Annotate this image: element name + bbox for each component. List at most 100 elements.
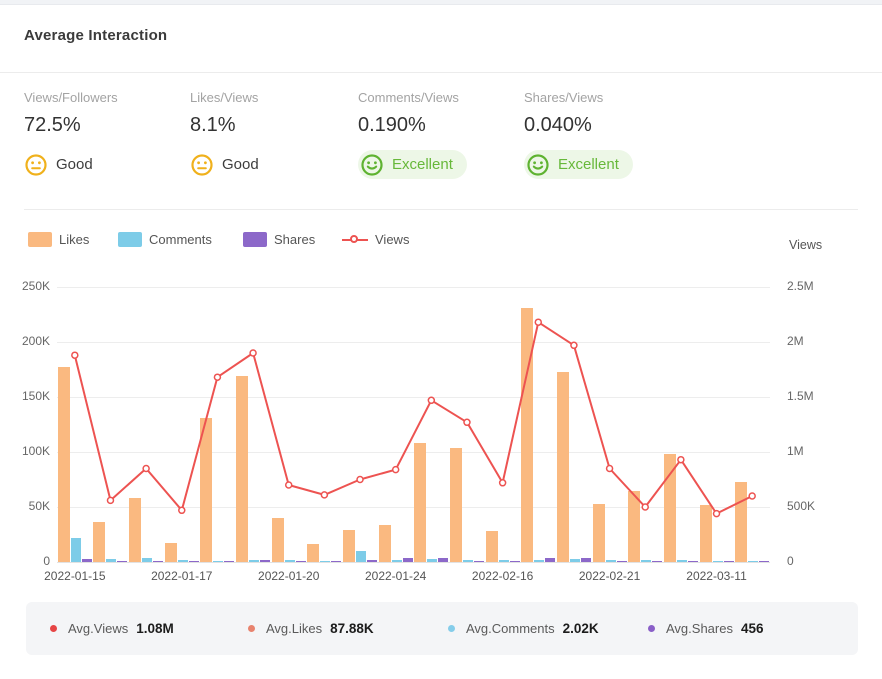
- right-axis-tick: 500K: [787, 499, 847, 513]
- views-data-point[interactable]: [357, 477, 363, 483]
- rating-text: Excellent: [558, 156, 619, 173]
- legend-label: Likes: [59, 232, 89, 247]
- views-data-point[interactable]: [107, 497, 113, 503]
- views-data-point[interactable]: [535, 319, 541, 325]
- avg-value: 87.88K: [330, 621, 374, 636]
- avg-views-item: Avg.Views 1.08M: [50, 602, 174, 655]
- rating-text: Good: [222, 156, 259, 173]
- views-data-point[interactable]: [286, 482, 292, 488]
- x-axis-tick: 2022-02-21: [579, 569, 640, 583]
- left-axis-tick: 200K: [0, 334, 50, 348]
- views-data-point[interactable]: [321, 492, 327, 498]
- left-axis-tick: 150K: [0, 389, 50, 403]
- legend-label: Comments: [149, 232, 212, 247]
- stat-label: Views/Followers: [24, 90, 184, 105]
- stat-value: 8.1%: [190, 114, 350, 137]
- right-axis-title: Views: [789, 238, 822, 252]
- avg-value: 1.08M: [136, 621, 174, 636]
- neutral-face-icon: [190, 153, 214, 177]
- likes-swatch-icon: [28, 232, 52, 247]
- comments-swatch-icon: [118, 232, 142, 247]
- left-axis-tick: 100K: [0, 444, 50, 458]
- rating-badge: Good: [190, 150, 259, 179]
- avg-comments-dot-icon: [448, 625, 455, 632]
- views-data-point[interactable]: [250, 350, 256, 356]
- views-data-point[interactable]: [464, 419, 470, 425]
- views-data-point[interactable]: [143, 466, 149, 472]
- legend-label: Shares: [274, 232, 315, 247]
- left-axis-tick: 250K: [0, 279, 50, 293]
- avg-label: Avg.Likes: [266, 621, 322, 636]
- stat-views-followers: Views/Followers 72.5% Good: [24, 90, 184, 182]
- views-data-point[interactable]: [179, 507, 185, 513]
- x-axis-tick: 2022-01-17: [151, 569, 212, 583]
- avg-value: 456: [741, 621, 764, 636]
- averages-summary-bar: Avg.Views 1.08M Avg.Likes 87.88K Avg.Com…: [26, 602, 858, 655]
- views-line-marker-icon: [342, 232, 368, 247]
- views-data-point[interactable]: [214, 374, 220, 380]
- rating-text: Excellent: [392, 156, 453, 173]
- right-axis-tick: 2M: [787, 334, 847, 348]
- views-data-point[interactable]: [714, 511, 720, 517]
- stat-value: 72.5%: [24, 114, 184, 137]
- views-data-point[interactable]: [642, 504, 648, 510]
- avg-shares-item: Avg.Shares 456: [648, 602, 764, 655]
- average-interaction-panel: Average Interaction Views/Followers 72.5…: [0, 0, 882, 679]
- avg-likes-dot-icon: [248, 625, 255, 632]
- right-axis-tick: 0: [787, 554, 847, 568]
- right-axis-tick: 2.5M: [787, 279, 847, 293]
- left-axis-tick: 0: [0, 554, 50, 568]
- avg-value: 2.02K: [563, 621, 599, 636]
- avg-label: Avg.Views: [68, 621, 128, 636]
- avg-shares-dot-icon: [648, 625, 655, 632]
- x-axis-tick: 2022-01-15: [44, 569, 105, 583]
- x-axis-tick: 2022-01-24: [365, 569, 426, 583]
- views-data-point[interactable]: [749, 493, 755, 499]
- views-data-point[interactable]: [393, 467, 399, 473]
- legend-label: Views: [375, 232, 409, 247]
- gridline: [57, 562, 770, 563]
- neutral-face-icon: [24, 153, 48, 177]
- shares-swatch-icon: [243, 232, 267, 247]
- panel-title: Average Interaction: [24, 27, 167, 44]
- avg-comments-item: Avg.Comments 2.02K: [448, 602, 599, 655]
- page-top-strip: [0, 0, 882, 5]
- stat-label: Comments/Views: [358, 90, 518, 105]
- x-axis-tick: 2022-03-11: [686, 569, 747, 583]
- legend-item-likes[interactable]: Likes: [28, 232, 89, 247]
- views-line-series: [57, 287, 770, 562]
- avg-label: Avg.Shares: [666, 621, 733, 636]
- avg-likes-item: Avg.Likes 87.88K: [248, 602, 374, 655]
- rating-badge: Good: [24, 150, 93, 179]
- views-data-point[interactable]: [571, 342, 577, 348]
- views-data-point[interactable]: [500, 480, 506, 486]
- stats-divider: [24, 209, 858, 210]
- smile-face-icon: [526, 153, 550, 177]
- legend-item-comments[interactable]: Comments: [118, 232, 212, 247]
- x-axis-tick: 2022-02-16: [472, 569, 533, 583]
- stat-value: 0.040%: [524, 114, 684, 137]
- right-axis-tick: 1M: [787, 444, 847, 458]
- right-axis-tick: 1.5M: [787, 389, 847, 403]
- stat-comments-views: Comments/Views 0.190% Excellent: [358, 90, 518, 182]
- chart-plot: 250K2.5M200K2M150K1.5M100K1M50K500K00202…: [57, 287, 770, 562]
- left-axis-tick: 50K: [0, 499, 50, 513]
- stat-shares-views: Shares/Views 0.040% Excellent: [524, 90, 684, 182]
- legend-item-views[interactable]: Views: [342, 232, 409, 247]
- views-data-point[interactable]: [607, 466, 613, 472]
- views-data-point[interactable]: [72, 352, 78, 358]
- avg-views-dot-icon: [50, 625, 57, 632]
- rating-badge: Excellent: [524, 150, 633, 179]
- x-axis-tick: 2022-01-20: [258, 569, 319, 583]
- stat-value: 0.190%: [358, 114, 518, 137]
- legend-item-shares[interactable]: Shares: [243, 232, 315, 247]
- stat-likes-views: Likes/Views 8.1% Good: [190, 90, 350, 182]
- smile-face-icon: [360, 153, 384, 177]
- rating-badge: Excellent: [358, 150, 467, 179]
- stat-label: Shares/Views: [524, 90, 684, 105]
- stat-label: Likes/Views: [190, 90, 350, 105]
- title-divider: [0, 72, 882, 73]
- views-data-point[interactable]: [428, 397, 434, 403]
- avg-label: Avg.Comments: [466, 621, 555, 636]
- views-data-point[interactable]: [678, 457, 684, 463]
